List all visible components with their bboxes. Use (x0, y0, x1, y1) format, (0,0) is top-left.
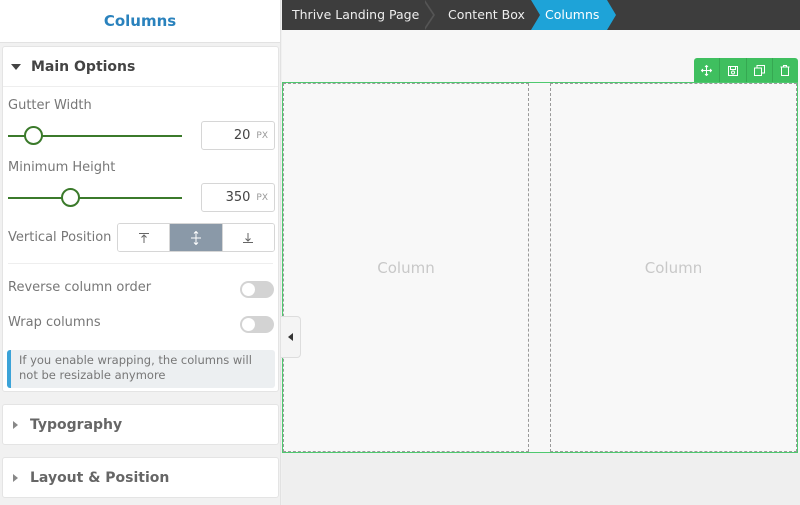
delete-icon (780, 65, 790, 76)
gutter-width-slider[interactable] (8, 126, 182, 145)
sidebar: Columns Main Options Gutter Width 20 PX … (0, 0, 281, 505)
breadcrumb-active-arrow (607, 0, 616, 30)
align-top-icon (138, 232, 149, 243)
align-center-icon (190, 230, 201, 245)
breadcrumb-item-columns[interactable]: Columns (531, 0, 608, 30)
duplicate-icon (753, 65, 765, 76)
typography-panel[interactable]: Typography (2, 404, 279, 445)
breadcrumb: Thrive Landing Page Content Box Columns (282, 0, 800, 30)
align-bottom-icon (243, 232, 254, 243)
reverse-order-label: Reverse column order (8, 280, 152, 295)
gutter-width-slider-thumb[interactable] (24, 126, 43, 145)
main-options-label: Main Options (31, 58, 136, 75)
wrap-columns-toggle[interactable] (240, 316, 274, 333)
wrap-columns-toggle-knob (242, 318, 255, 331)
layout-position-panel[interactable]: Layout & Position (2, 457, 279, 498)
minimum-height-input[interactable]: 350 PX (201, 183, 275, 212)
layout-position-label: Layout & Position (30, 470, 170, 486)
vertical-position-label: Vertical Position (8, 230, 112, 245)
gutter-width-value: 20 (233, 128, 251, 143)
breadcrumb-item-landing-page[interactable]: Thrive Landing Page (292, 0, 419, 30)
minimum-height-value: 350 (225, 190, 251, 205)
wrap-columns-label: Wrap columns (8, 315, 101, 330)
reverse-order-toggle[interactable] (240, 281, 274, 298)
options-divider (8, 263, 273, 264)
delete-button[interactable] (773, 58, 798, 83)
save-button[interactable] (720, 58, 747, 83)
typography-label: Typography (30, 417, 123, 433)
column-right[interactable]: Column (550, 83, 797, 452)
move-icon (701, 65, 713, 76)
chevron-left-icon (288, 333, 293, 341)
sidebar-title: Columns (103, 12, 177, 30)
minimum-height-label: Minimum Height (8, 160, 116, 175)
caret-right-icon (13, 421, 18, 429)
duplicate-button[interactable] (747, 58, 773, 83)
minimum-height-slider-thumb[interactable] (61, 188, 80, 207)
save-icon (727, 65, 738, 76)
wrap-info-box: If you enable wrapping, the columns will… (7, 350, 275, 388)
reverse-order-toggle-knob (242, 283, 255, 296)
minimum-height-unit: PX (256, 192, 268, 203)
vertical-position-group (117, 223, 275, 252)
typography-header[interactable]: Typography (3, 405, 278, 445)
column-label: Column (644, 258, 703, 277)
move-button[interactable] (694, 58, 721, 83)
align-top-button[interactable] (118, 224, 171, 251)
caret-down-icon (11, 63, 21, 70)
caret-right-icon (13, 474, 18, 482)
breadcrumb-item-content-box[interactable]: Content Box (448, 0, 525, 30)
align-bottom-button[interactable] (222, 224, 274, 251)
breadcrumb-separator (531, 0, 540, 30)
gutter-width-input[interactable]: 20 PX (201, 121, 275, 150)
gutter-width-label: Gutter Width (8, 98, 92, 113)
main-options-panel: Main Options Gutter Width 20 PX Minimum … (2, 46, 279, 392)
canvas-lower-area (282, 453, 800, 505)
minimum-height-slider[interactable] (8, 188, 182, 207)
sidebar-header: Columns (0, 0, 280, 43)
align-center-button[interactable] (170, 224, 223, 251)
sidebar-collapse-button[interactable] (281, 316, 301, 358)
element-toolbar (694, 58, 798, 83)
breadcrumb-separator (423, 0, 433, 30)
column-left[interactable]: Column (283, 83, 529, 452)
column-label: Column (377, 258, 435, 277)
main-options-header[interactable]: Main Options (3, 47, 278, 87)
gutter-width-unit: PX (256, 130, 268, 141)
layout-position-header[interactable]: Layout & Position (3, 458, 278, 498)
